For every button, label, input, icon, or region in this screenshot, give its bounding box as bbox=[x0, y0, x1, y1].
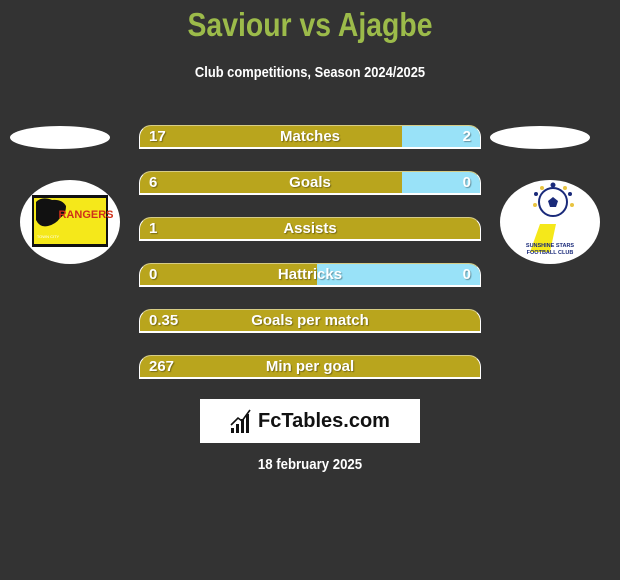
stat-label: Goals bbox=[289, 174, 331, 191]
left-value: 17 bbox=[149, 128, 166, 145]
sunshine-stars-logo-icon: SUNSHINE STARS FOOTBALL CLUB bbox=[526, 182, 575, 256]
stat-label: Matches bbox=[279, 128, 341, 145]
bar-chart-icon bbox=[230, 409, 251, 433]
right-value: 2 bbox=[462, 128, 471, 145]
left-value: 1 bbox=[149, 220, 158, 237]
rangers-logo-icon: RANGERS TOWN CITY bbox=[32, 195, 114, 247]
svg-text:RANGERS: RANGERS bbox=[58, 209, 113, 221]
stat-row-matches: Matches 17 2 bbox=[139, 125, 481, 149]
brand-name: FcTables.com bbox=[258, 409, 390, 432]
stat-row-hattricks: Hattricks 0 0 bbox=[139, 263, 481, 287]
stat-label: Goals per match bbox=[251, 312, 369, 329]
stat-label: Assists bbox=[283, 220, 337, 237]
competition-subtitle: Club competitions, Season 2024/2025 bbox=[194, 64, 426, 81]
right-value: 0 bbox=[462, 174, 471, 191]
left-value: 6 bbox=[149, 174, 158, 191]
left-value: 0 bbox=[149, 266, 158, 283]
stat-label: Hattricks bbox=[277, 266, 343, 283]
stat-row-goals: Goals 6 0 bbox=[139, 171, 481, 195]
svg-text:SUNSHINE STARS: SUNSHINE STARS bbox=[526, 243, 575, 249]
svg-text:TOWN CITY: TOWN CITY bbox=[37, 234, 60, 239]
right-team-logo[interactable]: SUNSHINE STARS FOOTBALL CLUB bbox=[500, 180, 600, 264]
stat-label: Min per goal bbox=[265, 358, 355, 375]
left-value: 267 bbox=[149, 358, 175, 375]
page-title: Saviour vs Ajagbe bbox=[187, 6, 433, 43]
fctables-brand-badge[interactable]: FcTables.com bbox=[200, 399, 420, 443]
stat-row-assists: Assists 1 bbox=[139, 217, 481, 241]
svg-text:FOOTBALL CLUB: FOOTBALL CLUB bbox=[527, 250, 574, 256]
right-player-placeholder bbox=[490, 126, 590, 149]
right-value: 0 bbox=[462, 266, 471, 283]
stat-row-min-per-goal: Min per goal 267 bbox=[139, 355, 481, 379]
left-value: 0.35 bbox=[149, 312, 179, 329]
left-team-logo[interactable]: RANGERS TOWN CITY bbox=[20, 180, 120, 264]
stat-row-goals-per-match: Goals per match 0.35 bbox=[139, 309, 481, 333]
report-date: 18 february 2025 bbox=[257, 456, 363, 473]
left-player-placeholder bbox=[10, 126, 110, 149]
